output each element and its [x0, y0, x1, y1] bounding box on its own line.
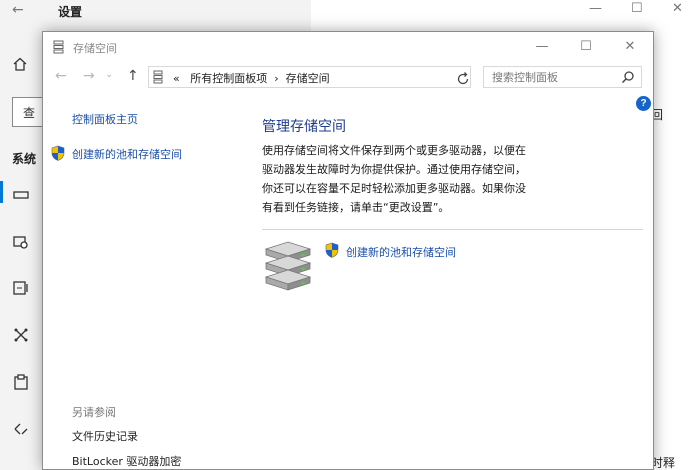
divider — [262, 229, 643, 230]
description-line: 你还可以在容量不足时轻松添加更多驱动器。如果你没 — [262, 182, 526, 195]
focus-assist-icon[interactable] — [12, 326, 30, 344]
window-title: 存储空间 — [73, 42, 117, 55]
recent-locations-dropdown[interactable]: ⌄ — [105, 69, 113, 80]
forward-button[interactable]: → — [83, 68, 95, 84]
breadcrumb-separator[interactable]: › — [274, 72, 278, 85]
settings-minimize-button[interactable]: — — [589, 1, 602, 16]
search-icon[interactable] — [621, 70, 635, 84]
clipboard-icon[interactable] — [12, 373, 30, 391]
bitlocker-link[interactable]: BitLocker 驱动器加密 — [72, 453, 181, 469]
settings-search-text: 查 — [23, 106, 36, 120]
close-button[interactable]: ✕ — [610, 36, 650, 60]
search-input[interactable] — [492, 68, 612, 86]
settings-back-button[interactable]: ← — [12, 2, 24, 18]
search-box[interactable] — [483, 66, 642, 88]
selected-indicator — [0, 181, 3, 203]
home-icon[interactable] — [12, 56, 28, 72]
page-title: 管理存储空间 — [262, 119, 346, 135]
breadcrumb-storage-spaces[interactable]: 存储空间 — [286, 72, 330, 85]
storage-drives-icon — [264, 241, 312, 291]
sidebar-create-pool-link[interactable]: 创建新的池和存储空间 — [72, 146, 182, 162]
minimize-button[interactable]: — — [522, 36, 562, 60]
breadcrumb-overflow[interactable]: « — [173, 72, 180, 85]
refresh-icon[interactable] — [455, 70, 471, 88]
title-bar[interactable]: 存储空间 — ☐ ✕ — [43, 32, 653, 62]
settings-section-system: 系统 — [12, 152, 37, 166]
breadcrumb-all-control-panel-items[interactable]: 所有控制面板项 — [190, 72, 267, 85]
settings-close-button[interactable]: ✕ — [672, 1, 683, 16]
description: 使用存储空间将文件保存到两个或更多驱动器，以便在 驱动器发生故障时为你提供保护。… — [262, 141, 582, 217]
display-icon[interactable] — [12, 186, 30, 204]
navigation-bar: ← → ⌄ ↑ « 所有控制面板项 › 存储空间 ⌄ — [43, 64, 653, 90]
sound-icon[interactable] — [12, 233, 30, 251]
notifications-icon[interactable] — [12, 279, 30, 297]
breadcrumb: « 所有控制面板项 › 存储空间 — [173, 70, 330, 86]
settings-right-text-bottom: 时释 — [651, 456, 676, 470]
file-history-link[interactable]: 文件历史记录 — [72, 428, 138, 444]
back-button[interactable]: ← — [55, 68, 67, 84]
control-panel-home-link[interactable]: 控制面板主页 — [72, 111, 138, 127]
uac-shield-icon — [325, 242, 339, 258]
shared-experiences-icon[interactable] — [12, 420, 30, 438]
address-bar[interactable]: « 所有控制面板项 › 存储空间 ⌄ — [148, 66, 552, 88]
storage-spaces-icon — [53, 40, 64, 54]
uac-shield-icon — [51, 145, 65, 161]
up-button[interactable]: ↑ — [127, 68, 139, 84]
create-pool-link[interactable]: 创建新的池和存储空间 — [346, 244, 456, 260]
settings-maximize-button[interactable]: ☐ — [631, 1, 643, 16]
description-line: 驱动器发生故障时为你提供保护。通过使用存储空间， — [262, 163, 526, 176]
settings-title: 设置 — [58, 5, 83, 19]
help-button[interactable]: ? — [636, 96, 651, 111]
storage-spaces-window: 存储空间 — ☐ ✕ ← → ⌄ ↑ « 所有控制面板项 › 存储空间 ⌄ — [42, 31, 654, 470]
maximize-button[interactable]: ☐ — [566, 36, 606, 60]
storage-spaces-icon — [153, 70, 163, 84]
description-line: 使用存储空间将文件保存到两个或更多驱动器，以便在 — [262, 144, 526, 157]
description-line: 有看到任务链接，请单击“更改设置”。 — [262, 201, 450, 214]
see-also-heading: 另请参阅 — [72, 406, 116, 419]
